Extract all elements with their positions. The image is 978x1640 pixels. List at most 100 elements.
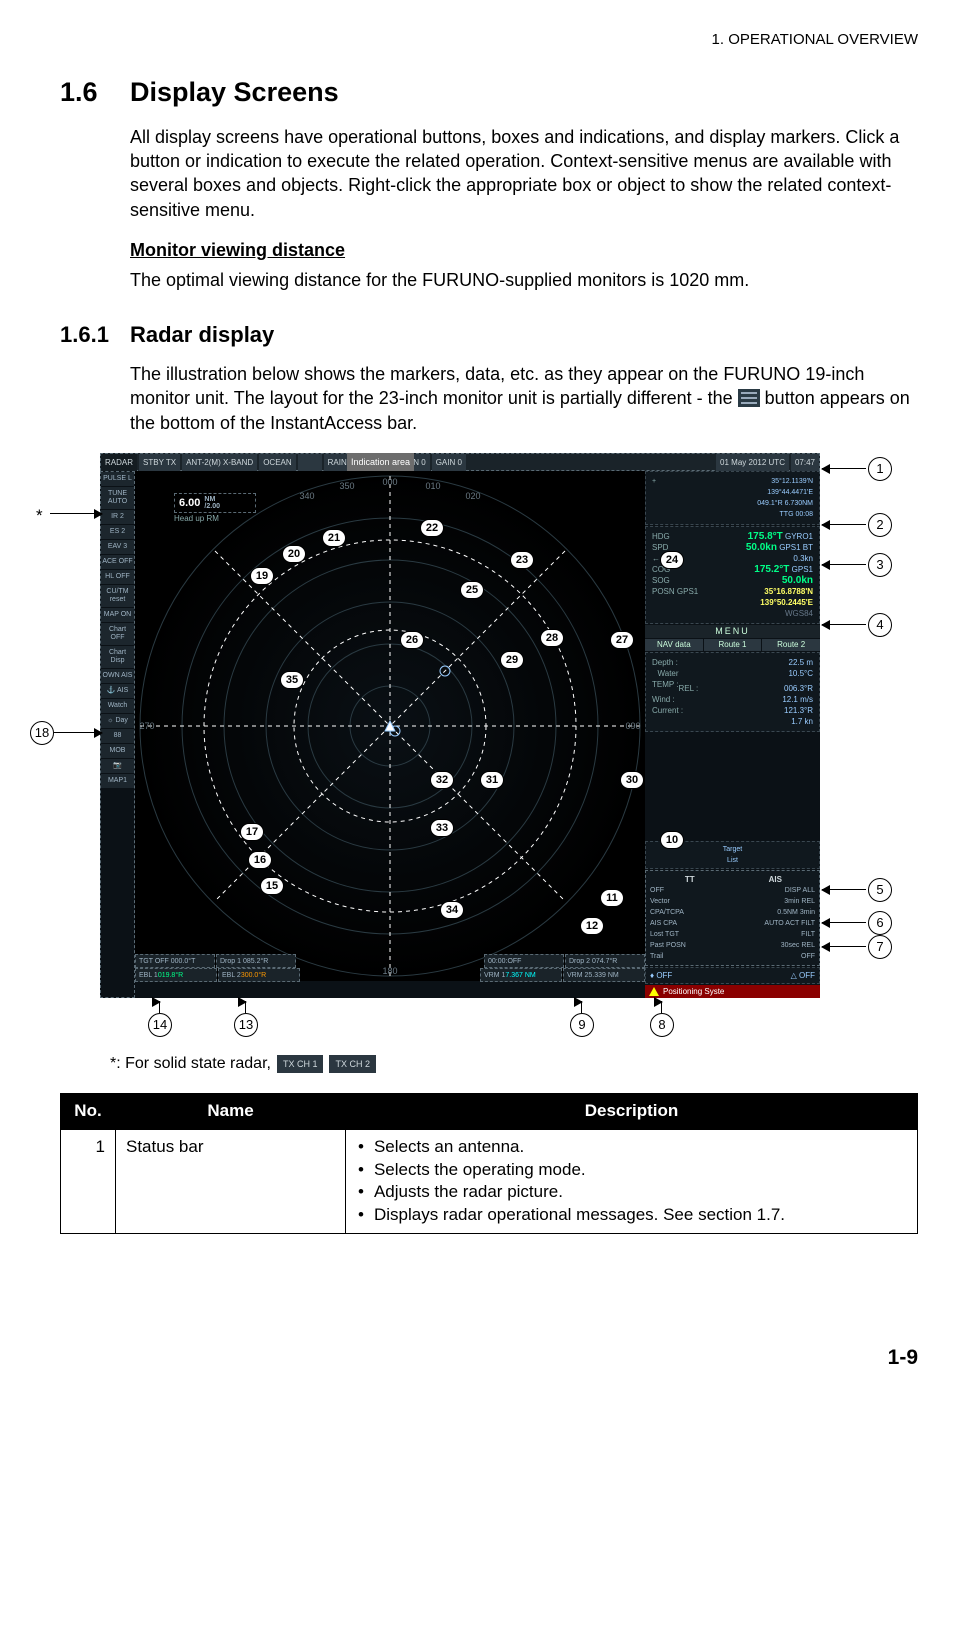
callout-12: 12 [580,917,604,935]
ebl2-box[interactable]: EBL 2 300.0°R [218,968,300,982]
sb-stby[interactable]: STBY TX [139,454,180,472]
instantaccess-button[interactable]: EAV 3 [101,540,134,554]
alert-bar[interactable]: Positioning Syste [645,985,820,998]
tgt1-box[interactable]: TGT OFF 000.0°T [135,954,215,968]
arrow-2 [822,524,866,525]
callout-1: 1 [868,457,892,481]
sb-antenna[interactable]: ANT-2(M) X-BAND [182,454,257,472]
monitor-subhead: Monitor viewing distance [130,238,918,262]
subsection-heading: 1.6.1 Radar display [60,320,918,350]
instantaccess-button[interactable]: PULSE L [101,472,134,486]
instantaccess-button[interactable]: ES 2 [101,525,134,539]
callout-32: 32 [430,771,454,789]
instantaccess-button[interactable]: OWN AIS [101,669,134,683]
vrm2-box[interactable]: VRM 2 5.339 NM [563,968,645,982]
instantaccess-button[interactable]: HL OFF [101,570,134,584]
tgt2-box[interactable]: 00:00:OFF [484,954,564,968]
sb-date: 01 May 2012 UTC [716,454,789,472]
callout-16: 16 [248,851,272,869]
sb-time: 07:47 [791,454,819,472]
tab-route2[interactable]: Route 2 [762,639,820,651]
svg-text:090: 090 [625,721,640,731]
callout-27: 27 [610,631,634,649]
own-ship-box[interactable]: HDG175.8°T GYRO1 SPD50.0kn GPS1 BT ←0.3k… [645,526,820,624]
instantaccess-button[interactable]: TUNE AUTO [101,487,134,509]
callout-8: 8 [650,1013,674,1037]
orientation-label[interactable]: Head up RM [174,515,219,523]
instantaccess-button[interactable]: 📷 [101,759,134,773]
txch2-chip: TX CH 2 [329,1055,376,1073]
txch1-chip: TX CH 1 [277,1055,324,1073]
sb-blank [298,454,322,472]
arrow-3 [822,564,866,565]
section-title: Display Screens [130,74,339,110]
callout-24: 24 [660,551,684,569]
association-box[interactable]: ♦ OFF △ OFF [645,967,820,984]
callout-5: 5 [868,878,892,902]
instantaccess-button[interactable]: 88 [101,729,134,743]
warning-icon [649,987,659,996]
instantaccess-button[interactable]: MAP1 [101,774,134,788]
callout-33: 33 [430,819,454,837]
instantaccess-bar[interactable]: PULSE LTUNE AUTOIR 2ES 2EAV 3ACE OFFHL O… [100,471,135,998]
section-number: 1.6 [60,74,130,110]
svg-text:020: 020 [465,491,480,501]
subsection-paragraph: The illustration below shows the markers… [130,362,918,435]
nav-data-box[interactable]: Depth :22.5 m WaterTEMP :10.5°C REL :006… [645,652,820,732]
callout-34: 34 [440,901,464,919]
arrow-5 [822,889,866,890]
sb-mode[interactable]: RADAR [101,454,137,472]
arrow-4 [822,624,866,625]
svg-text:010: 010 [425,481,440,491]
callout-23: 23 [510,551,534,569]
section-heading: 1.6 Display Screens [60,74,918,110]
bottom-info-strips: TGT OFF 000.0°T Drop 1 085.2°R 00:00:OFF… [135,954,645,998]
callout-21: 21 [322,529,346,547]
subsection-title: Radar display [130,320,274,350]
cursor-box[interactable]: +35°12.1139'N 139°44.4471'E 049.1°R 6.73… [645,471,820,525]
arrow-1 [822,468,866,469]
menu-button[interactable]: MENU [645,625,820,638]
page-number: 1-9 [60,1344,918,1372]
callout-28: 28 [540,629,564,647]
instantaccess-button[interactable]: ⚓ AIS [101,684,134,698]
radar-picture[interactable]: 000 010020 350340 090270 180 6.00 NM/2.0… [135,471,645,981]
status-bar[interactable]: RADAR STBY TX ANT-2(M) X-BAND OCEAN RAIN… [100,453,820,471]
instantaccess-button[interactable]: CU/TM reset [101,585,134,607]
tt-ais-box[interactable]: TTAISOFFDISP ALLVector3min RELCPA/TCPA0.… [645,870,820,966]
callout-29: 29 [500,651,524,669]
nav-tabs[interactable]: NAV data Route 1 Route 2 [645,639,820,651]
sb-preset[interactable]: OCEAN [259,454,295,472]
instantaccess-button[interactable]: IR 2 [101,510,134,524]
th-no: No. [61,1093,116,1129]
drop2-box[interactable]: Drop 2 074.7°R [565,954,645,968]
instantaccess-button[interactable]: MAP ON [101,608,134,622]
callout-15: 15 [260,877,284,895]
instantaccess-button[interactable]: ☼ Day [101,714,134,728]
vrm1-box[interactable]: VRM 1 7.367 NM [480,968,562,982]
tab-route1[interactable]: Route 1 [704,639,762,651]
callout-25: 25 [460,581,484,599]
svg-text:340: 340 [299,491,314,501]
callout-4: 4 [868,613,892,637]
arrow-7 [822,946,866,947]
instantaccess-button[interactable]: Watch [101,699,134,713]
callout-9: 9 [570,1013,594,1037]
callout-14: 14 [148,1013,172,1037]
instantaccess-button[interactable]: Chart Disp [101,646,134,668]
instantaccess-button[interactable]: ACE OFF [101,555,134,569]
sb-gain[interactable]: GAIN 0 [432,454,466,472]
range-box[interactable]: 6.00 NM/2.00 [174,493,256,513]
ebl1-box[interactable]: EBL 1 019.8°R [135,968,217,982]
callout-26: 26 [400,631,424,649]
drop1-box[interactable]: Drop 1 085.2°R [216,954,296,968]
instantaccess-button[interactable]: Chart OFF [101,623,134,645]
callout-3: 3 [868,553,892,577]
instantaccess-button[interactable]: MOB [101,744,134,758]
radar-figure: RADAR STBY TX ANT-2(M) X-BAND OCEAN RAIN… [30,453,910,1043]
callout-17: 17 [240,823,264,841]
tab-navdata[interactable]: NAV data [645,639,703,651]
callout-13: 13 [234,1013,258,1037]
running-header: 1. OPERATIONAL OVERVIEW [60,30,918,50]
svg-text:000: 000 [382,477,397,487]
